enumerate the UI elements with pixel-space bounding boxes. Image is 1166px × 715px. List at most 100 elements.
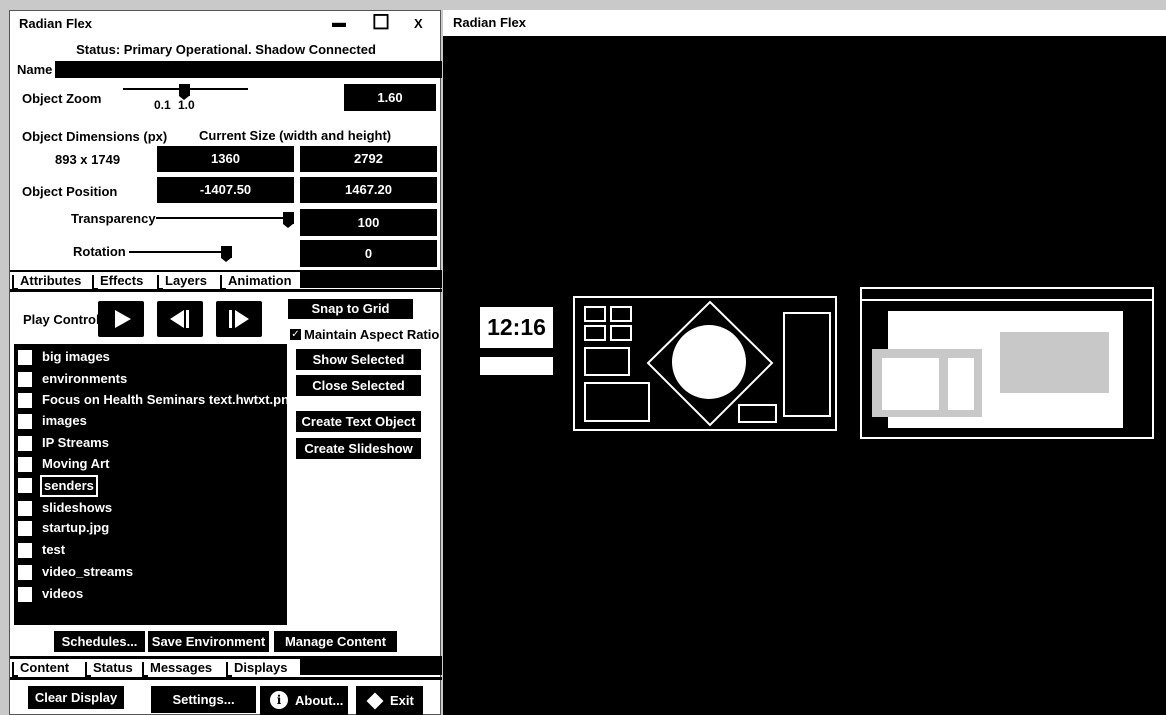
maximize-button[interactable]: ☐ <box>372 10 390 35</box>
name-label: Name <box>10 61 55 78</box>
bottom-tab-fill <box>300 659 442 675</box>
step-forward-button[interactable] <box>216 301 262 337</box>
bottom-tab-bar: Content Status Messages Displays <box>10 656 442 678</box>
snap-to-grid-button[interactable]: Snap to Grid <box>288 299 413 319</box>
bottom-tab-underline <box>10 677 442 680</box>
list-item[interactable]: IP Streams <box>14 433 287 454</box>
play-icon <box>115 310 131 328</box>
list-checkbox[interactable] <box>18 543 32 558</box>
tab-status[interactable]: Status <box>85 659 133 677</box>
list-item[interactable]: slideshows <box>14 498 287 519</box>
exit-label: Exit <box>390 693 414 708</box>
about-label: About... <box>295 693 344 708</box>
maintain-aspect-checkbox[interactable]: ✓ <box>290 329 301 340</box>
tab-messages[interactable]: Messages <box>142 659 212 677</box>
zoom-value[interactable]: 1.60 <box>344 84 436 111</box>
position-y-field[interactable]: 1467.20 <box>300 177 437 203</box>
rotation-slider-thumb[interactable] <box>221 246 232 262</box>
step-back-button[interactable] <box>157 301 203 337</box>
list-item[interactable]: big images <box>14 347 287 368</box>
height-field[interactable]: 2792 <box>300 146 437 172</box>
name-row: Name <box>10 61 442 78</box>
maintain-aspect-label: Maintain Aspect Ratio <box>304 327 440 342</box>
position-label: Object Position <box>22 184 118 199</box>
list-checkbox[interactable] <box>18 436 32 451</box>
about-button[interactable]: i About... <box>260 686 348 715</box>
list-item[interactable]: videos <box>14 584 287 605</box>
top-tab-bar: Attributes Effects Layers Animation <box>10 270 442 290</box>
tab-displays[interactable]: Displays <box>226 659 287 677</box>
tab-animation[interactable]: Animation <box>220 272 292 290</box>
display-titlebar: Radian Flex <box>443 10 1166 36</box>
save-environment-button[interactable]: Save Environment <box>148 631 269 652</box>
list-item[interactable]: test <box>14 540 287 561</box>
position-x-field[interactable]: -1407.50 <box>157 177 294 203</box>
list-item[interactable]: images <box>14 411 287 432</box>
tab-underline <box>10 289 442 292</box>
zoom-tick-min: 0.1 <box>154 98 171 112</box>
list-item-selected[interactable]: senders <box>14 475 287 497</box>
content-list[interactable]: big images environments Focus on Health … <box>14 344 297 625</box>
close-button[interactable]: X <box>414 16 423 31</box>
list-checkbox[interactable] <box>18 350 32 365</box>
create-slideshow-button[interactable]: Create Slideshow <box>296 438 421 459</box>
clear-display-button[interactable]: Clear Display <box>28 686 124 709</box>
exit-icon <box>366 692 384 710</box>
exit-button[interactable]: Exit <box>356 686 423 715</box>
transparency-label: Transparency <box>71 211 156 226</box>
layout-thumbnail-diamond[interactable] <box>573 296 838 432</box>
list-item[interactable]: Focus on Health Seminars text.hwtxt.png <box>14 390 297 411</box>
list-item[interactable]: environments <box>14 369 287 390</box>
list-checkbox[interactable] <box>18 414 32 429</box>
tab-bar-fill <box>300 272 442 288</box>
control-window: Radian Flex ▬ ☐ X Status: Primary Operat… <box>9 10 442 715</box>
zoom-label: Object Zoom <box>22 91 102 106</box>
layout-thumbnail-windows[interactable] <box>860 287 1154 440</box>
tab-attributes[interactable]: Attributes <box>12 272 81 290</box>
schedules-button[interactable]: Schedules... <box>54 631 145 652</box>
list-item[interactable]: startup.jpg <box>14 518 287 539</box>
transparency-slider-thumb[interactable] <box>283 212 294 228</box>
play-control-label: Play Control <box>23 312 100 327</box>
clock-widget[interactable]: 12:16 <box>480 307 553 348</box>
manage-content-button[interactable]: Manage Content <box>274 631 397 652</box>
info-icon: i <box>270 691 288 709</box>
step-forward-icon <box>229 310 249 328</box>
list-checkbox[interactable] <box>18 478 32 493</box>
transparency-slider-track[interactable] <box>156 217 294 219</box>
minimize-button[interactable]: ▬ <box>332 14 346 30</box>
list-checkbox[interactable] <box>18 521 32 536</box>
zoom-slider-thumb[interactable] <box>179 84 190 100</box>
width-field[interactable]: 1360 <box>157 146 294 172</box>
list-checkbox[interactable] <box>18 457 32 472</box>
name-field[interactable] <box>56 61 440 78</box>
clock-text: 12:16 <box>487 314 546 340</box>
display-title: Radian Flex <box>453 15 526 30</box>
transparency-value[interactable]: 100 <box>300 209 437 236</box>
list-checkbox[interactable] <box>18 372 32 387</box>
rotation-label: Rotation <box>73 244 126 259</box>
rotation-slider-track[interactable] <box>129 251 232 253</box>
status-text: Status: Primary Operational. Shadow Conn… <box>76 42 376 57</box>
current-size-label: Current Size (width and height) <box>199 128 392 143</box>
settings-button[interactable]: Settings... <box>151 686 256 713</box>
tab-effects[interactable]: Effects <box>92 272 143 290</box>
list-checkbox[interactable] <box>18 565 32 580</box>
close-selected-button[interactable]: Close Selected <box>296 375 421 396</box>
list-item[interactable]: video_streams <box>14 562 287 583</box>
show-selected-button[interactable]: Show Selected <box>296 349 421 370</box>
list-checkbox[interactable] <box>18 587 32 602</box>
tab-content[interactable]: Content <box>12 659 69 677</box>
rotation-value[interactable]: 0 <box>300 240 437 267</box>
clock-underbar <box>480 357 553 375</box>
dimensions-value: 893 x 1749 <box>55 152 121 167</box>
tab-layers[interactable]: Layers <box>157 272 207 290</box>
list-checkbox[interactable] <box>18 501 32 516</box>
create-text-object-button[interactable]: Create Text Object <box>296 411 421 432</box>
window-title: Radian Flex <box>19 16 92 31</box>
zoom-tick-one: 1.0 <box>178 98 195 112</box>
list-checkbox[interactable] <box>18 393 32 408</box>
dimensions-label: Object Dimensions (px) <box>22 129 168 144</box>
list-item[interactable]: Moving Art <box>14 454 287 475</box>
play-button[interactable] <box>98 301 144 337</box>
